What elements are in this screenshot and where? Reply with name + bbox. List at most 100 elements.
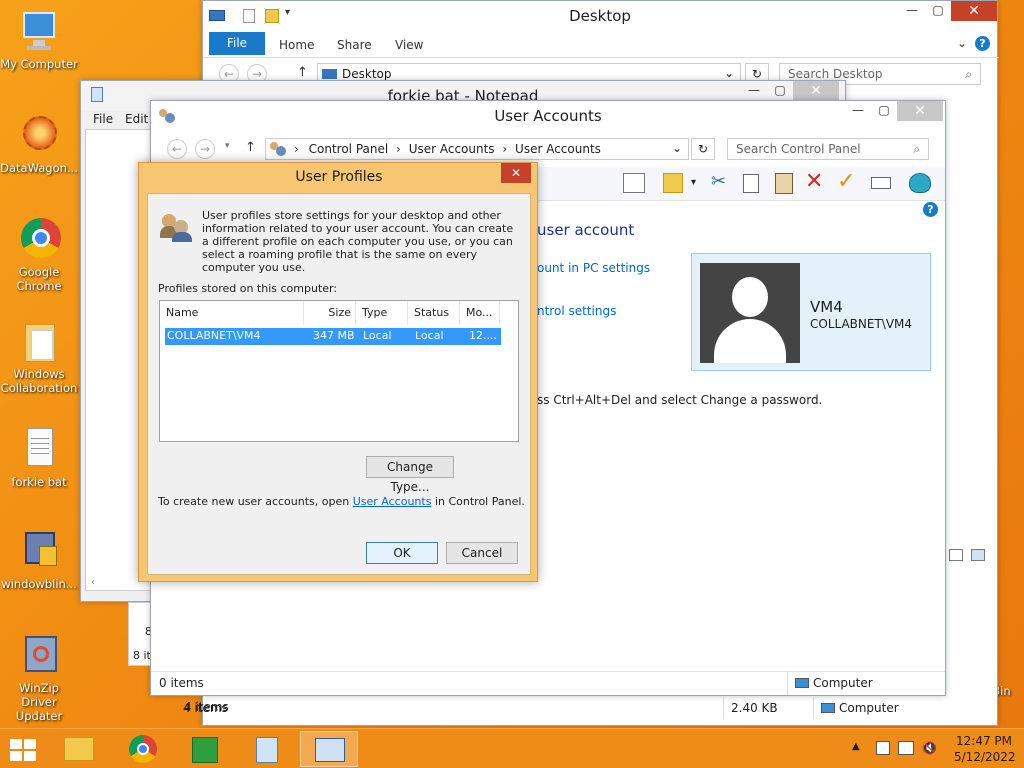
- explorer-maximize-button[interactable]: ▢: [925, 1, 951, 21]
- show-hidden-icons[interactable]: ▲: [852, 741, 860, 752]
- ua-refresh-button[interactable]: ↻: [691, 138, 715, 160]
- folder-icon: [64, 737, 94, 761]
- ribbon-home-tab[interactable]: Home: [279, 38, 314, 52]
- explorer-up-button[interactable]: ↑: [297, 65, 308, 80]
- taskbar-chrome[interactable]: [114, 731, 172, 767]
- taskbar-file-explorer[interactable]: [50, 731, 108, 767]
- notepad-minimize-button[interactable]: —: [741, 81, 767, 101]
- shell-icon[interactable]: [909, 173, 931, 193]
- column-header-name[interactable]: Name: [160, 301, 304, 325]
- desktop-icon-label: My Computer: [0, 57, 78, 71]
- user-accounts-link[interactable]: User Accounts: [353, 495, 432, 508]
- dialog-close-button[interactable]: ✕: [501, 163, 531, 183]
- taskbar-store[interactable]: [176, 731, 234, 767]
- network-icon[interactable]: [898, 741, 914, 755]
- properties-check-icon[interactable]: ✓: [837, 169, 855, 194]
- column-header-modified[interactable]: Mo...: [460, 301, 500, 325]
- desktop-icon-winzip[interactable]: WinZip Driver Updater: [0, 634, 78, 723]
- computer-icon: [17, 10, 61, 54]
- details-view-icon[interactable]: [949, 549, 963, 561]
- profile-name-cell: COLLABNET\VM4: [167, 329, 261, 342]
- store-icon: [192, 737, 218, 763]
- layout-pane-icon[interactable]: [623, 173, 645, 193]
- explorer-close-button[interactable]: ✕: [951, 1, 997, 21]
- delete-icon[interactable]: ✕: [805, 169, 823, 194]
- ribbon-expand-icon[interactable]: ⌄: [957, 36, 967, 50]
- column-header-status[interactable]: Status: [408, 301, 460, 325]
- large-icons-view-icon[interactable]: [971, 549, 985, 561]
- desktop-icon-chrome[interactable]: Google Chrome: [0, 218, 78, 293]
- desktop-icon-forkie-bat[interactable]: forkie bat: [0, 428, 78, 489]
- ok-button[interactable]: OK: [366, 542, 438, 564]
- rename-icon[interactable]: [871, 177, 891, 189]
- clock-time[interactable]: 12:47 PM: [956, 734, 1012, 748]
- breadcrumb-user-accounts[interactable]: User Accounts: [409, 142, 495, 156]
- ua-status-items: 0 items: [159, 676, 204, 690]
- ua-address-dropdown-icon[interactable]: ⌄: [672, 141, 682, 155]
- start-button[interactable]: [10, 739, 38, 761]
- ua-forward-button[interactable]: →: [195, 139, 215, 159]
- ua-address-bar[interactable]: › Control Panel › User Accounts › User A…: [265, 138, 689, 160]
- user-profiles-dialog[interactable]: User Profiles ✕ User profiles store sett…: [138, 162, 538, 582]
- ribbon-share-tab[interactable]: Share: [337, 38, 372, 52]
- taskbar-notepad[interactable]: [238, 731, 296, 767]
- clock-date[interactable]: 5/12/2022: [954, 750, 1016, 764]
- ua-help-icon[interactable]: ?: [923, 202, 938, 217]
- toolbar-dropdown-icon[interactable]: ▾: [691, 177, 696, 188]
- ribbon-file-tab[interactable]: File: [209, 32, 265, 55]
- action-center-icon[interactable]: [876, 741, 890, 755]
- dialog-body: User profiles store settings for your de…: [147, 193, 531, 575]
- notepad-scroll-left[interactable]: ‹: [91, 577, 95, 588]
- explorer-minimize-button[interactable]: —: [899, 1, 925, 21]
- notepad-maximize-button[interactable]: ▢: [767, 81, 793, 101]
- address-dropdown-icon[interactable]: ⌄: [724, 66, 734, 80]
- computer-small-icon: [821, 703, 835, 713]
- search-icon: ⌕: [965, 67, 972, 81]
- cut-icon[interactable]: ✂: [711, 171, 726, 192]
- breadcrumb-user-accounts-current[interactable]: User Accounts: [515, 142, 601, 156]
- change-type-button[interactable]: Change Type...: [366, 456, 454, 494]
- paste-icon[interactable]: [775, 173, 793, 194]
- column-header-type[interactable]: Type: [356, 301, 408, 325]
- desktop-icon-my-computer[interactable]: My Computer: [0, 10, 78, 71]
- desktop-icon-datawagon[interactable]: DataWagon...: [0, 114, 78, 175]
- explorer-title: Desktop: [569, 7, 631, 25]
- taskbar: ▲ 🔇 12:47 PM 5/12/2022: [0, 728, 1024, 768]
- profiles-list[interactable]: Name Size Type Status Mo... COLLABNET\VM…: [159, 300, 519, 442]
- table-row[interactable]: COLLABNET\VM4 347 MB Local Local 12....: [165, 328, 501, 345]
- notepad-menu-edit[interactable]: Edit: [125, 112, 148, 126]
- explorer-status-location: Computer: [839, 701, 899, 715]
- explorer-titlebar[interactable]: ▾ Desktop — ▢ ✕: [203, 1, 997, 31]
- user-accounts-titlebar[interactable]: User Accounts — ▢ ✕: [151, 101, 945, 131]
- dialog-title: User Profiles: [295, 169, 383, 185]
- ua-password-hint: ss Ctrl+Alt+Del and select Change a pass…: [537, 393, 823, 407]
- desktop-icon-windows-collaboration[interactable]: Windows Collaboration: [0, 320, 78, 395]
- explorer-address-text: Desktop: [342, 67, 392, 81]
- notepad-close-button[interactable]: ✕: [793, 81, 839, 101]
- taskbar-control-panel[interactable]: [300, 731, 358, 767]
- notepad-icon: [256, 737, 278, 763]
- breadcrumb-control-panel[interactable]: Control Panel: [309, 142, 389, 156]
- datawagon-icon: [17, 114, 61, 158]
- ua-link-pc-settings[interactable]: ount in PC settings: [537, 261, 650, 275]
- user-accounts-minimize-button[interactable]: —: [845, 101, 871, 121]
- folder-options-icon[interactable]: [663, 173, 683, 193]
- explorer-status-size: 2.40 KB: [731, 701, 778, 715]
- control-panel-icon: [270, 142, 286, 156]
- ua-search-input[interactable]: Search Control Panel ⌕: [727, 138, 929, 160]
- copy-icon[interactable]: [743, 174, 759, 193]
- desktop-icon-windowblinds[interactable]: windowblin...: [0, 530, 78, 591]
- volume-muted-icon[interactable]: 🔇: [922, 741, 937, 755]
- ribbon-view-tab[interactable]: View: [395, 38, 423, 52]
- ua-link-control-settings[interactable]: ntrol settings: [537, 304, 616, 318]
- help-icon[interactable]: ?: [975, 36, 990, 51]
- ua-up-button[interactable]: ↑: [245, 140, 256, 155]
- cancel-button[interactable]: Cancel: [446, 542, 518, 564]
- user-accounts-close-button[interactable]: ✕: [897, 101, 943, 121]
- column-header-size[interactable]: Size: [304, 301, 356, 325]
- ua-recent-dropdown[interactable]: ▾: [225, 141, 230, 151]
- profile-status-cell: Local: [415, 329, 444, 342]
- user-accounts-maximize-button[interactable]: ▢: [871, 101, 897, 121]
- notepad-menu-file[interactable]: File: [93, 112, 113, 126]
- ua-back-button[interactable]: ←: [167, 139, 187, 159]
